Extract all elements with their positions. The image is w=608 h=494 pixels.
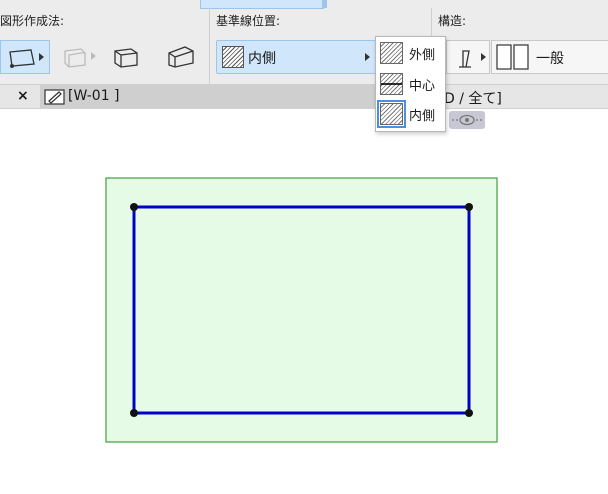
reference-line-dropdown: 外側 中心 内側: [375, 36, 446, 132]
dropdown-option-label: 中心: [409, 78, 436, 94]
dropdown-option-label: 外側: [409, 47, 436, 63]
inside-reference-icon: [377, 100, 406, 128]
wall-corner-node: [465, 203, 473, 211]
outside-reference-icon: [380, 42, 403, 64]
center-reference-icon: [380, 73, 403, 95]
drawing-canvas[interactable]: [0, 0, 608, 494]
dropdown-option-center[interactable]: 中心: [380, 71, 442, 97]
wall-corner-node: [130, 203, 138, 211]
dropdown-option-inside[interactable]: 内側: [377, 100, 442, 128]
wall-corner-node: [465, 409, 473, 417]
dropdown-option-outside[interactable]: 外側: [380, 40, 442, 66]
wall-corner-node: [130, 409, 138, 417]
wall-body: [105, 177, 498, 443]
dropdown-option-label: 内側: [409, 108, 436, 124]
